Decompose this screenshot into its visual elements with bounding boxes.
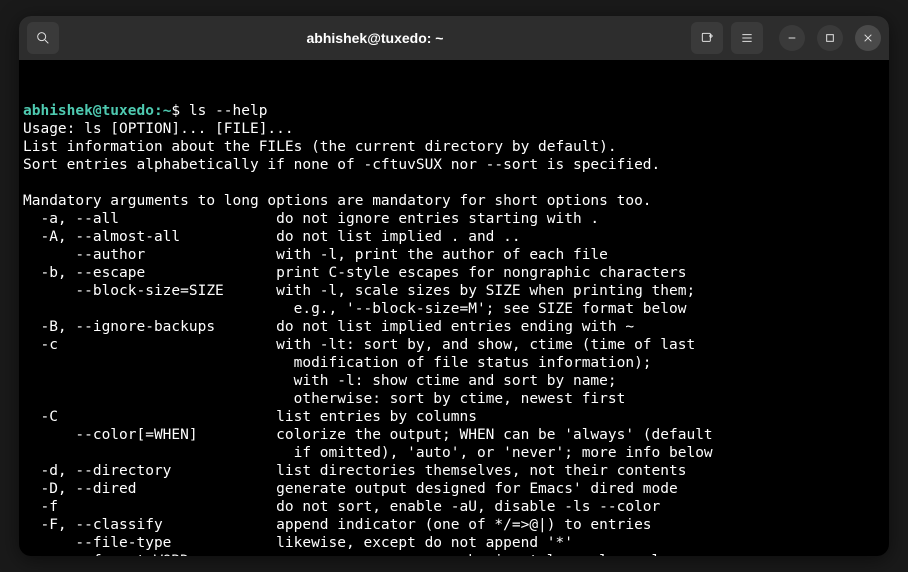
menu-button[interactable]	[731, 22, 763, 54]
output-line: -b, --escape print C-style escapes for n…	[23, 264, 885, 282]
new-tab-button[interactable]	[691, 22, 723, 54]
output-line: --author with -l, print the author of ea…	[23, 246, 885, 264]
new-tab-icon	[699, 30, 715, 46]
search-icon	[35, 30, 51, 46]
output-block: Usage: ls [OPTION]... [FILE]...List info…	[23, 120, 885, 556]
output-line: -C list entries by columns	[23, 408, 885, 426]
output-line: if omitted), 'auto', or 'never'; more in…	[23, 444, 885, 462]
window-title: abhishek@tuxedo: ~	[67, 30, 683, 46]
maximize-icon	[822, 30, 838, 46]
output-line: modification of file status information)…	[23, 354, 885, 372]
output-line: -D, --dired generate output designed for…	[23, 480, 885, 498]
maximize-button[interactable]	[817, 25, 843, 51]
output-line: with -l: show ctime and sort by name;	[23, 372, 885, 390]
minimize-button[interactable]	[779, 25, 805, 51]
close-button[interactable]	[855, 25, 881, 51]
terminal-window: abhishek@tuxedo: ~ abhishek@tuxed	[19, 16, 889, 556]
output-line: e.g., '--block-size=M'; see SIZE format …	[23, 300, 885, 318]
output-line: -F, --classify append indicator (one of …	[23, 516, 885, 534]
output-line: Mandatory arguments to long options are …	[23, 192, 885, 210]
output-line: Sort entries alphabetically if none of -…	[23, 156, 885, 174]
output-line: -a, --all do not ignore entries starting…	[23, 210, 885, 228]
hamburger-icon	[739, 30, 755, 46]
output-line: otherwise: sort by ctime, newest first	[23, 390, 885, 408]
output-line: List information about the FILEs (the cu…	[23, 138, 885, 156]
output-line: -c with -lt: sort by, and show, ctime (t…	[23, 336, 885, 354]
search-button[interactable]	[27, 22, 59, 54]
output-line: -d, --directory list directories themsel…	[23, 462, 885, 480]
output-line: -A, --almost-all do not list implied . a…	[23, 228, 885, 246]
minimize-icon	[784, 30, 800, 46]
prompt-user: abhishek@tuxedo:~	[23, 103, 171, 119]
output-line: -B, --ignore-backups do not list implied…	[23, 318, 885, 336]
prompt-symbol: $	[171, 103, 180, 119]
output-line: --format=WORD across -x, commas -m, hori…	[23, 552, 885, 556]
command-text: ls --help	[189, 103, 268, 119]
titlebar: abhishek@tuxedo: ~	[19, 16, 889, 60]
terminal-content[interactable]: abhishek@tuxedo:~$ ls --helpUsage: ls [O…	[19, 60, 889, 556]
prompt-line: abhishek@tuxedo:~$ ls --help	[23, 102, 885, 120]
output-line: -f do not sort, enable -aU, disable -ls …	[23, 498, 885, 516]
output-line: --color[=WHEN] colorize the output; WHEN…	[23, 426, 885, 444]
output-line: --block-size=SIZE with -l, scale sizes b…	[23, 282, 885, 300]
close-icon	[860, 30, 876, 46]
output-line: --file-type likewise, except do not appe…	[23, 534, 885, 552]
output-line: Usage: ls [OPTION]... [FILE]...	[23, 120, 885, 138]
output-line	[23, 174, 885, 192]
